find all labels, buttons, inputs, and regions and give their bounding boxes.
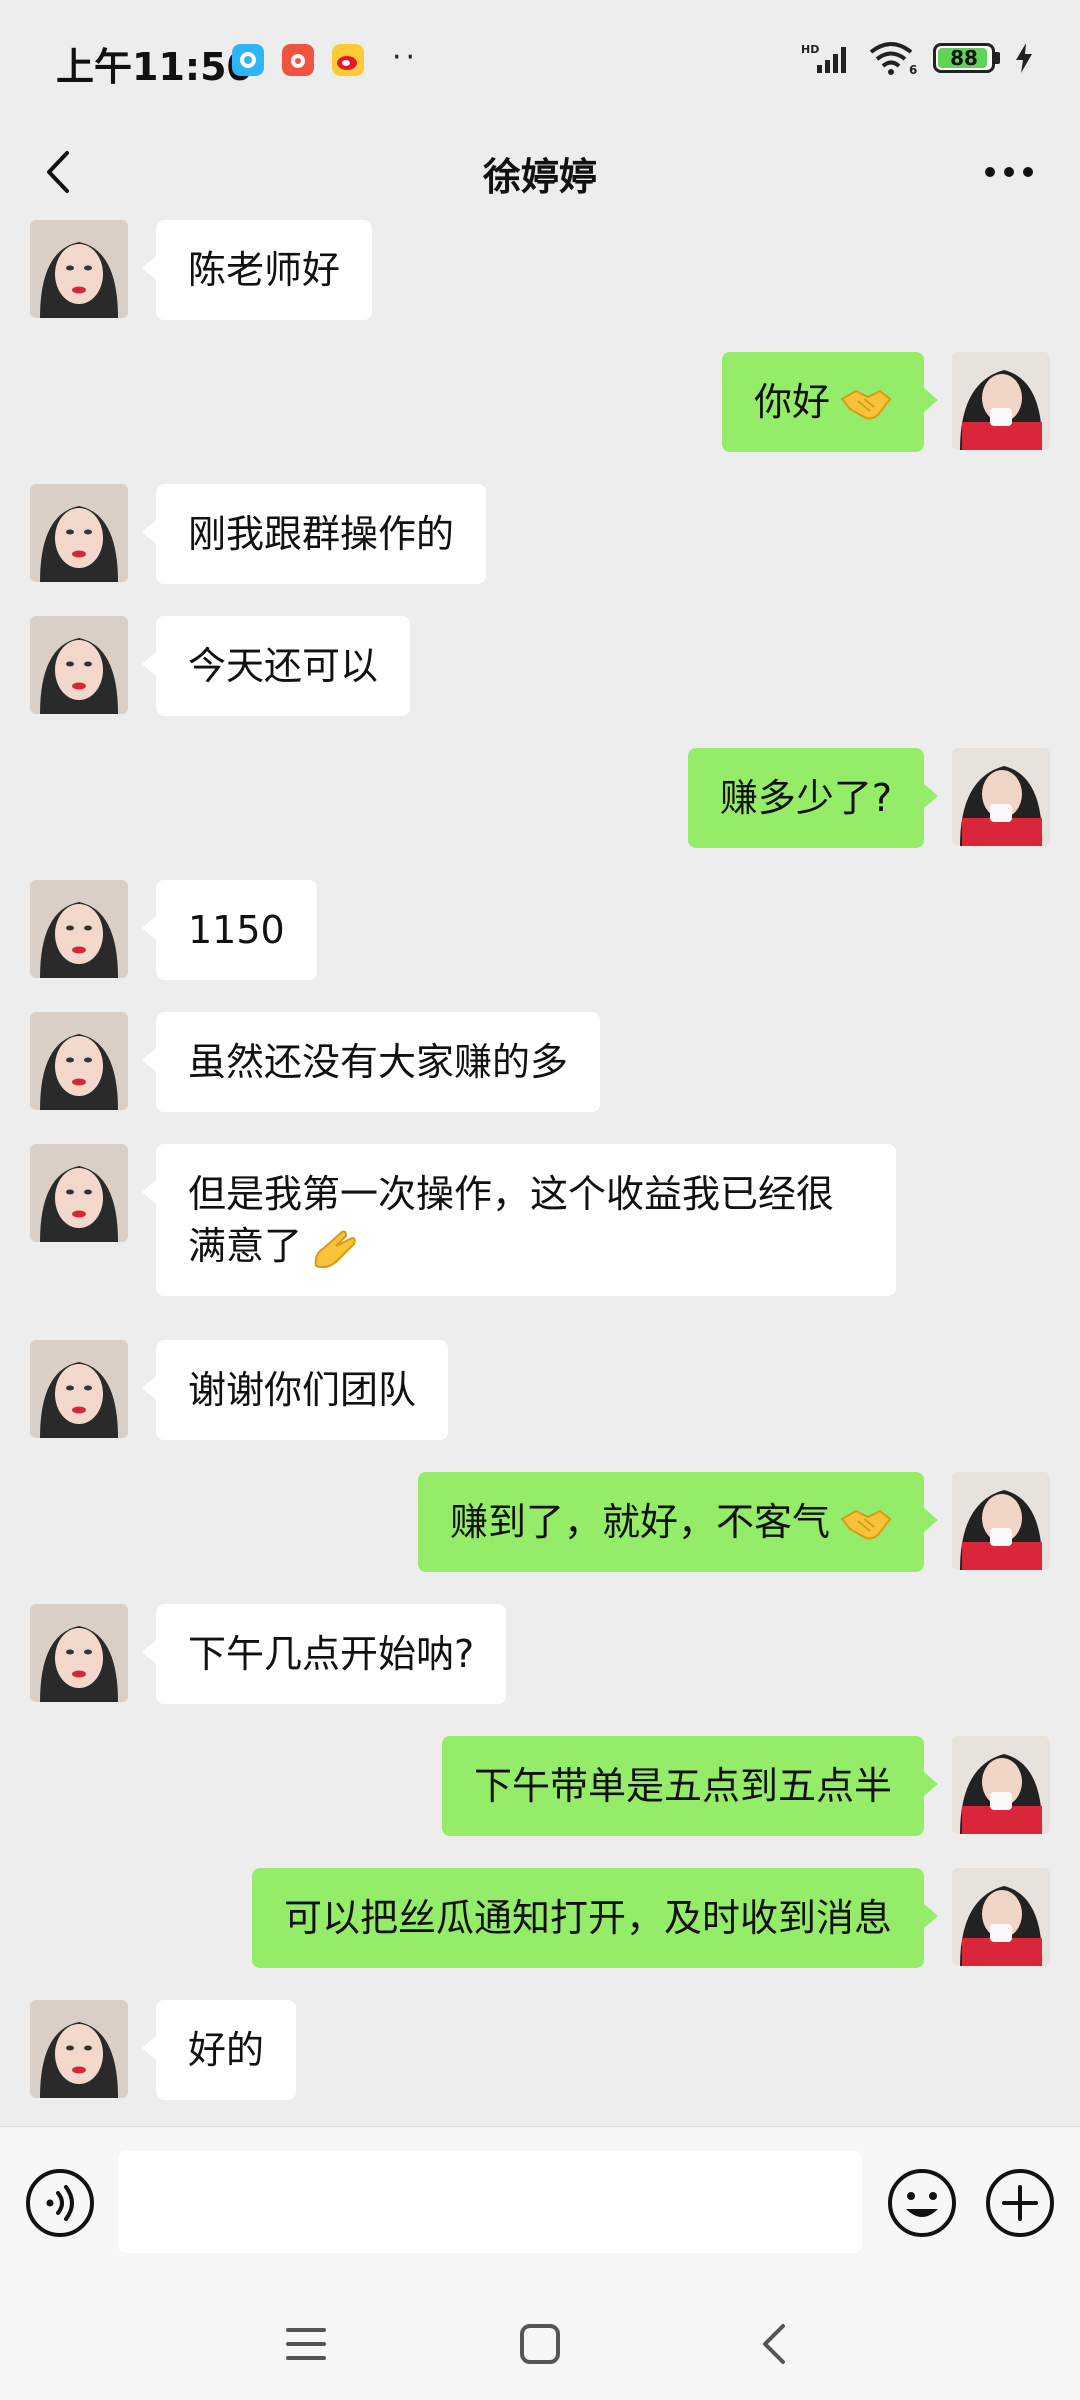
signal-icon: HD	[801, 43, 846, 73]
message-text: 下午几点开始呐?	[188, 1632, 475, 1676]
message-text: 刚我跟群操作的	[188, 512, 455, 556]
emoji-button[interactable]	[886, 2167, 958, 2239]
message-bubble[interactable]: 下午几点开始呐?	[141, 1604, 507, 1704]
message-bubble[interactable]: 可以把丝瓜通知打开，及时收到消息	[251, 1868, 939, 1968]
chat-input-bar	[0, 2126, 1080, 2283]
contact-avatar[interactable]	[30, 2000, 128, 2098]
more-options-button[interactable]	[974, 144, 1044, 200]
wifi-label: 6	[909, 63, 917, 76]
my-avatar[interactable]	[952, 748, 1050, 846]
back-triangle-icon	[763, 2324, 785, 2364]
contact-avatar[interactable]	[30, 484, 128, 582]
message-text: 赚到了，就好，不客气	[449, 1500, 830, 1544]
my-avatar[interactable]	[952, 1868, 1050, 1966]
message-text: 赚多少了?	[719, 776, 892, 820]
my-avatar[interactable]	[952, 1472, 1050, 1570]
status-bar: 上午11:50 ·· HD 6 88	[0, 0, 1080, 126]
status-app-icons	[232, 44, 364, 76]
chat-header: 徐婷婷	[0, 126, 1080, 216]
battery-icon: 88	[933, 43, 1000, 73]
message-list[interactable]: 陈老师好 你好 刚我跟群操作的 今天还可以 赚多少了? 1150 虽然还没有大家…	[0, 216, 1080, 2126]
message-bubble[interactable]: 但是我第一次操作，这个收益我已经很满意了	[142, 1144, 896, 1296]
message-bubble[interactable]: 赚到了，就好，不客气	[417, 1472, 939, 1572]
plus-circle-icon	[986, 2169, 1054, 2237]
message-bubble[interactable]: 1150	[142, 880, 317, 980]
status-time: 上午11:50	[56, 45, 253, 89]
message-bubble[interactable]: 陈老师好	[141, 220, 373, 320]
handshake-emoji-icon	[840, 389, 892, 420]
message-bubble[interactable]: 刚我跟群操作的	[141, 484, 487, 584]
smiley-icon	[888, 2169, 956, 2237]
my-avatar[interactable]	[952, 352, 1050, 450]
more-icon	[985, 167, 1033, 177]
app-notification-icon	[232, 44, 264, 76]
message-text: 但是我第一次操作，这个收益我已经很满意了	[188, 1172, 835, 1268]
message-text: 可以把丝瓜通知打开，及时收到消息	[283, 1896, 892, 1940]
system-back-button[interactable]	[734, 2304, 814, 2384]
chat-title: 徐婷婷	[482, 155, 597, 199]
handshake-emoji-icon	[840, 1509, 892, 1540]
my-avatar[interactable]	[952, 1736, 1050, 1834]
message-bubble[interactable]: 虽然还没有大家赚的多	[141, 1012, 601, 1112]
contact-avatar[interactable]	[30, 1604, 128, 1702]
voice-input-button[interactable]	[24, 2167, 96, 2239]
contact-avatar[interactable]	[30, 220, 128, 318]
message-text: 下午带单是五点到五点半	[473, 1764, 892, 1808]
ok-hand-emoji-icon	[314, 1230, 356, 1268]
message-bubble[interactable]: 好的	[141, 2000, 297, 2100]
message-input[interactable]	[118, 2151, 862, 2253]
charging-icon	[1016, 43, 1032, 73]
message-text: 谢谢你们团队	[188, 1368, 417, 1412]
contact-avatar[interactable]	[30, 880, 128, 978]
message-text: 好的	[188, 2028, 265, 2072]
message-bubble[interactable]: 赚多少了?	[687, 748, 939, 848]
contact-avatar[interactable]	[30, 1340, 128, 1438]
contact-avatar[interactable]	[30, 1144, 128, 1242]
status-more-dots: ··	[392, 40, 420, 75]
message-bubble[interactable]: 你好	[721, 352, 939, 452]
message-bubble[interactable]: 下午带单是五点到五点半	[441, 1736, 939, 1836]
app-notification-icon	[282, 44, 314, 76]
system-navigation-bar	[0, 2282, 1080, 2400]
message-text: 虽然还没有大家赚的多	[188, 1040, 569, 1084]
contact-avatar[interactable]	[30, 1012, 128, 1110]
home-square-icon	[520, 2324, 560, 2364]
contact-avatar[interactable]	[30, 616, 128, 714]
menu-icon	[286, 2328, 326, 2360]
message-text: 陈老师好	[188, 248, 341, 292]
message-bubble[interactable]: 谢谢你们团队	[141, 1340, 449, 1440]
message-text: 今天还可以	[188, 644, 379, 688]
message-bubble[interactable]: 今天还可以	[141, 616, 411, 716]
status-right-icons: HD 6 88	[801, 40, 1034, 76]
home-button[interactable]	[500, 2304, 580, 2384]
message-text: 你好	[753, 380, 830, 424]
recent-apps-button[interactable]	[266, 2304, 346, 2384]
more-functions-button[interactable]	[984, 2167, 1056, 2239]
battery-percent: 88	[950, 46, 978, 70]
message-text: 1150	[188, 908, 285, 952]
voice-icon	[26, 2169, 94, 2237]
weibo-icon	[332, 44, 364, 76]
signal-hd-label: HD	[801, 43, 819, 56]
wifi-icon: 6	[869, 42, 917, 76]
